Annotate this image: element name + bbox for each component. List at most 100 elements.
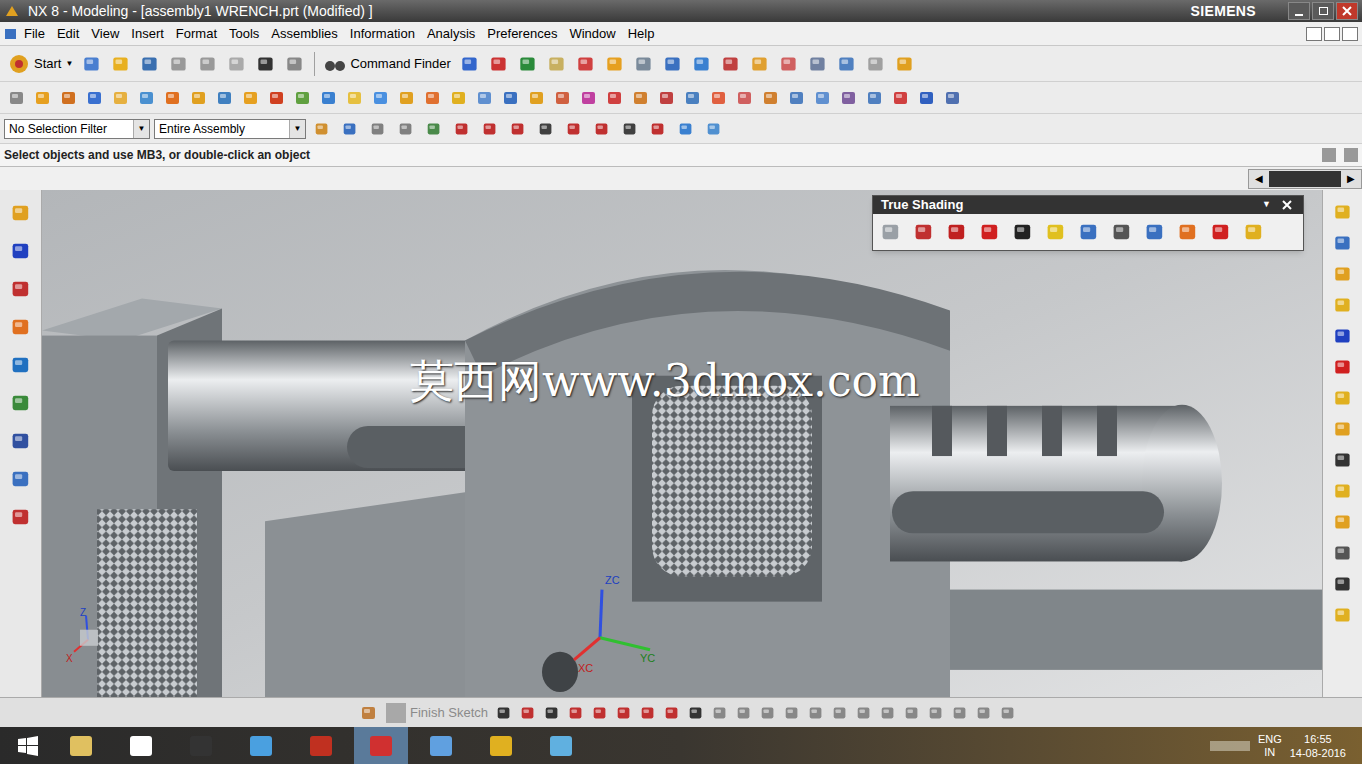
menu-item[interactable]: View: [85, 24, 125, 44]
menu-item[interactable]: Help: [622, 24, 661, 44]
toolbar-button[interactable]: [56, 85, 82, 111]
toolbar-button[interactable]: [706, 85, 732, 111]
toolbar-button[interactable]: [1329, 229, 1357, 257]
toolbar-button[interactable]: [78, 50, 106, 78]
taskbar-app[interactable]: [354, 727, 408, 764]
toolbar-button[interactable]: [356, 700, 382, 726]
toolbar-button[interactable]: [194, 50, 222, 78]
taskbar-app[interactable]: [54, 727, 108, 764]
toolbar-button[interactable]: [368, 85, 394, 111]
toolbar-button[interactable]: [948, 701, 972, 725]
restore-button[interactable]: [1312, 2, 1334, 20]
close-button[interactable]: [1336, 2, 1358, 20]
toolbar-button[interactable]: [6, 236, 36, 266]
toolbar-button[interactable]: [940, 85, 966, 111]
toolbar-button[interactable]: [1329, 570, 1357, 598]
toolbar-button[interactable]: [1008, 217, 1038, 247]
menu-item[interactable]: Tools: [223, 24, 265, 44]
clock-date[interactable]: 14-08-2016: [1290, 746, 1346, 760]
toolbar-button[interactable]: [833, 50, 861, 78]
toolbar-button[interactable]: [1173, 217, 1203, 247]
toolbar-button[interactable]: [564, 701, 588, 725]
toolbar-button[interactable]: [612, 701, 636, 725]
toolbar-button[interactable]: [472, 85, 498, 111]
menu-item[interactable]: Format: [170, 24, 223, 44]
toolbar-button[interactable]: [590, 117, 614, 141]
toolbar-button[interactable]: [646, 117, 670, 141]
toolbar-button[interactable]: [862, 50, 890, 78]
windows-start-button[interactable]: [8, 727, 48, 764]
palette-header[interactable]: True Shading▼: [873, 196, 1303, 214]
toolbar-button[interactable]: [310, 117, 334, 141]
toolbar-button[interactable]: [780, 701, 804, 725]
taskbar-app[interactable]: [414, 727, 468, 764]
toolbar-button[interactable]: [1239, 217, 1269, 247]
toolbar-button[interactable]: [1329, 539, 1357, 567]
toolbar-button[interactable]: [498, 85, 524, 111]
toolbar-button[interactable]: [1329, 198, 1357, 226]
mdi-button[interactable]: [1306, 27, 1322, 41]
toolbar-button[interactable]: [732, 701, 756, 725]
language[interactable]: ENG: [1258, 733, 1282, 746]
menu-item[interactable]: Insert: [125, 24, 170, 44]
toolbar-button[interactable]: [238, 85, 264, 111]
toolbar-button[interactable]: [618, 117, 642, 141]
toolbar-button[interactable]: [914, 85, 940, 111]
toolbar-button[interactable]: [514, 50, 542, 78]
toolbar-button[interactable]: [1041, 217, 1071, 247]
toolbar-button[interactable]: [628, 85, 654, 111]
toolbar-button[interactable]: [478, 117, 502, 141]
toolbar-button[interactable]: [900, 701, 924, 725]
toolbar-button[interactable]: [394, 85, 420, 111]
toolbar-button[interactable]: [1329, 508, 1357, 536]
menu-item[interactable]: Assemblies: [265, 24, 343, 44]
finish-sketch-button[interactable]: Finish Sketch: [382, 703, 492, 723]
toolbar-button[interactable]: [165, 50, 193, 78]
toolbar-button[interactable]: [1329, 415, 1357, 443]
toolbar-button[interactable]: [804, 701, 828, 725]
toolbar-button[interactable]: [562, 117, 586, 141]
menu-item[interactable]: Analysis: [421, 24, 481, 44]
minimize-button[interactable]: [1288, 2, 1310, 20]
toolbar-button[interactable]: [601, 50, 629, 78]
menu-item[interactable]: Window: [563, 24, 621, 44]
toolbar-button[interactable]: [550, 85, 576, 111]
toolbar-button[interactable]: [338, 117, 362, 141]
command-finder[interactable]: Command Finder: [320, 54, 454, 74]
toolbar-button[interactable]: [576, 85, 602, 111]
taskbar-app[interactable]: [234, 727, 288, 764]
toolbar-button[interactable]: [1140, 217, 1170, 247]
taskbar-app[interactable]: [474, 727, 528, 764]
toolbar-button[interactable]: [909, 217, 939, 247]
toolbar-button[interactable]: [4, 85, 30, 111]
toolbar-button[interactable]: [212, 85, 238, 111]
toolbar-button[interactable]: [862, 85, 888, 111]
taskbar-app[interactable]: [294, 727, 348, 764]
menu-item[interactable]: Edit: [51, 24, 85, 44]
toolbar-button[interactable]: [107, 50, 135, 78]
toolbar-button[interactable]: [876, 701, 900, 725]
toolbar-button[interactable]: [684, 701, 708, 725]
toolbar-button[interactable]: [186, 85, 212, 111]
toolbar-button[interactable]: [975, 217, 1005, 247]
horizontal-scrollbar[interactable]: ◀▶: [1248, 169, 1362, 189]
menu-item[interactable]: File: [18, 24, 51, 44]
toolbar-button[interactable]: [524, 85, 550, 111]
toolbar-button[interactable]: [160, 85, 186, 111]
toolbar-button[interactable]: [6, 198, 36, 228]
toolbar-button[interactable]: [223, 50, 251, 78]
toolbar-button[interactable]: [1329, 353, 1357, 381]
mdi-button[interactable]: [1324, 27, 1340, 41]
toolbar-button[interactable]: [680, 85, 706, 111]
palette-close-button[interactable]: [1279, 197, 1295, 213]
toolbar-button[interactable]: [996, 701, 1020, 725]
toolbar-button[interactable]: [30, 85, 56, 111]
toolbar-button[interactable]: [540, 701, 564, 725]
toolbar-button[interactable]: [674, 117, 698, 141]
toolbar-button[interactable]: [108, 85, 134, 111]
toolbar-button[interactable]: [758, 85, 784, 111]
toolbar-button[interactable]: [972, 701, 996, 725]
menu-item[interactable]: Preferences: [481, 24, 563, 44]
toolbar-button[interactable]: [876, 217, 906, 247]
toolbar-button[interactable]: [446, 85, 472, 111]
